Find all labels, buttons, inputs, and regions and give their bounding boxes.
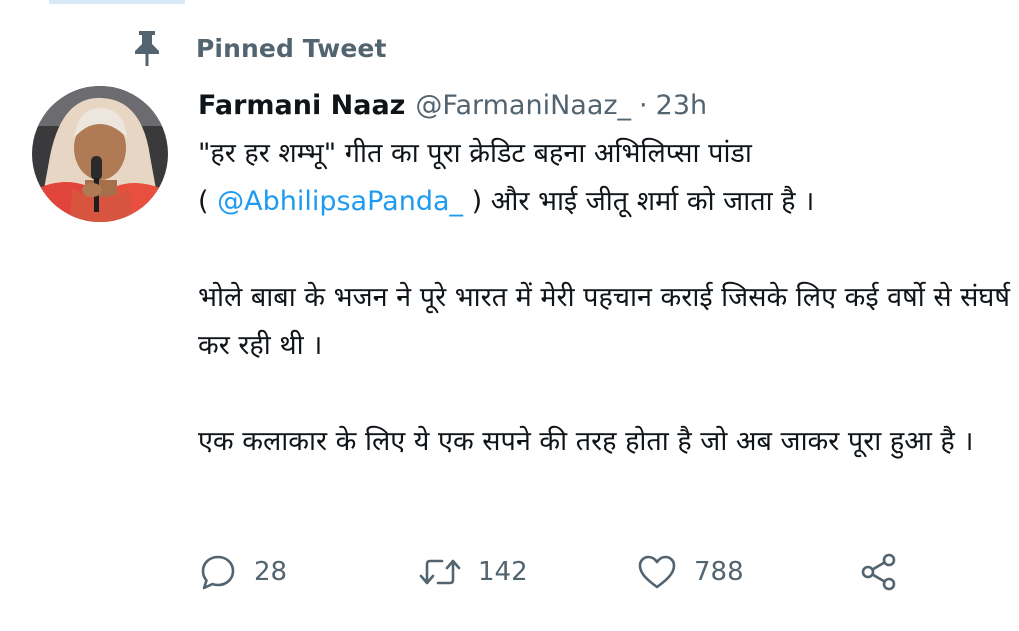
author-name[interactable]: Farmani Naaz <box>198 86 405 126</box>
line-2-text: ) और भाई जीतू शर्मा को जाता है । <box>463 186 815 217</box>
retweet-icon <box>418 552 462 592</box>
like-count: 788 <box>694 557 744 587</box>
like-button[interactable]: 788 <box>636 552 858 592</box>
retweet-count: 142 <box>478 557 528 587</box>
pin-icon <box>130 28 164 68</box>
reply-button[interactable]: 28 <box>198 552 418 592</box>
top-tab-indicator <box>49 0 185 4</box>
share-button[interactable] <box>858 552 900 592</box>
tweet-line-2: ( @AbhilipsaPanda_ ) और भाई जीतू शर्मा क… <box>198 178 1013 226</box>
tweet-paragraph-3: एक कलाकार के लिए ये एक सपने की तरह होता … <box>198 426 974 457</box>
tweet-header: Farmani Naaz @FarmaniNaaz_ · 23h <box>198 86 1013 126</box>
pinned-tweet-label: Pinned Tweet <box>196 33 387 63</box>
tweet[interactable]: Farmani Naaz @FarmaniNaaz_ · 23h "हर हर … <box>198 86 1013 466</box>
reply-count: 28 <box>254 557 288 587</box>
separator-dot: · <box>639 90 648 121</box>
tweet-line-1: "हर हर शम्भू" गीत का पूरा क्रेडिट बहना अ… <box>198 138 752 169</box>
tweet-paragraph-2: भोले बाबा के भजन ने पूरे भारत में मेरी प… <box>198 282 1010 361</box>
avatar[interactable] <box>32 86 168 222</box>
retweet-button[interactable]: 142 <box>418 552 636 592</box>
tweet-actions: 28 142 788 <box>198 548 938 596</box>
reply-icon <box>198 552 238 592</box>
tweet-text: "हर हर शम्भू" गीत का पूरा क्रेडिट बहना अ… <box>198 130 1013 466</box>
share-icon <box>858 552 900 592</box>
author-handle[interactable]: @FarmaniNaaz_ <box>415 86 631 126</box>
paren-open: ( <box>198 186 218 217</box>
pinned-tweet-header: Pinned Tweet <box>130 28 387 68</box>
tweet-timestamp[interactable]: 23h <box>656 86 707 126</box>
heart-icon <box>636 552 678 592</box>
mention-link[interactable]: @AbhilipsaPanda_ <box>217 186 463 217</box>
